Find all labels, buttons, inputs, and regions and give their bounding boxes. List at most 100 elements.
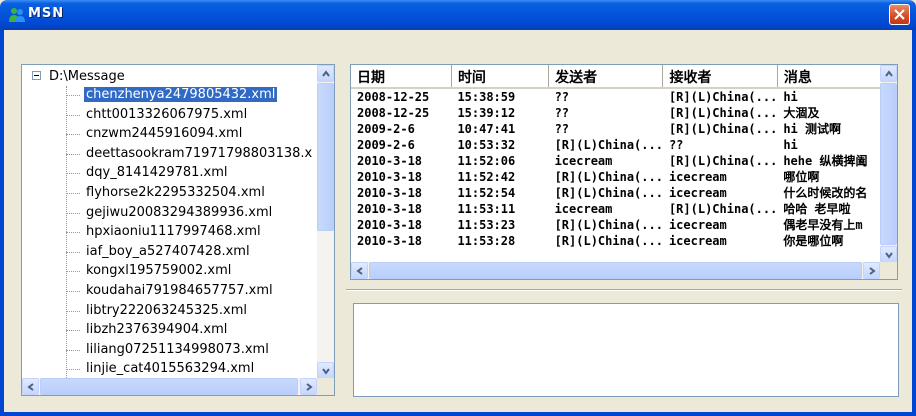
table-row[interactable]: 2008-12-25 15:38:59?? [R](L)China(... hi — [351, 88, 881, 105]
table-row[interactable]: 2009-2-6 10:47:41?? [R](L)China(... hi 测试啊 — [351, 121, 881, 137]
tree-item[interactable]: chenzhenya2479805432.xml — [66, 86, 278, 103]
table-cell: 什么时候改的名 — [783, 186, 868, 200]
table-cell: 2010-3-18 — [357, 218, 423, 232]
collapse-icon[interactable] — [32, 71, 41, 80]
tree-item[interactable]: dqy_8141429781.xml — [66, 164, 230, 181]
grid-horizontal-scrollbar[interactable] — [351, 262, 880, 279]
table-cell: 11:52:54 — [457, 186, 516, 200]
tree-item[interactable]: flyhorse2k2295332504.xml — [66, 184, 267, 201]
scroll-left-button[interactable] — [351, 262, 368, 279]
table-cell: 2010-3-18 — [357, 234, 423, 248]
tree-item-label: kongxl195759002.xml — [86, 263, 232, 279]
tree-item-label: flyhorse2k2295332504.xml — [86, 185, 265, 200]
table-row[interactable]: 2009-2-6 10:53:32 [R](L)China(...?? hi — [351, 137, 881, 153]
tree-item-label: libtry222063245325.xml — [86, 302, 247, 318]
table-cell: 11:53:23 — [457, 218, 516, 232]
table-cell: ?? — [554, 90, 570, 104]
file-tree[interactable]: D:\Message chenzhenya2479805432.xml chtt0… — [21, 64, 335, 396]
table-cell: 10:53:32 — [457, 138, 516, 152]
tree-root[interactable]: D:\Message — [32, 68, 125, 85]
table-cell: 2010-3-18 — [357, 170, 423, 184]
table-row[interactable]: 2010-3-18 11:53:28 [R](L)China(... icecream… — [351, 233, 881, 249]
table-cell: [R](L)China(... — [554, 170, 663, 184]
table-cell: 2010-3-18 — [357, 202, 423, 216]
table-cell: 2009-2-6 — [357, 138, 415, 152]
table-cell: 2009-2-6 — [357, 122, 415, 136]
table-cell: ?? — [668, 138, 684, 152]
tree-item[interactable]: linjie_cat4015563294.xml — [66, 360, 256, 377]
scroll-thumb[interactable] — [369, 262, 862, 279]
tree-item[interactable]: chtt0013326067975.xml — [66, 106, 249, 123]
tree-item[interactable]: koudahai791984657757.xml — [66, 282, 275, 299]
grid-vertical-scrollbar[interactable] — [880, 65, 897, 263]
tree-item[interactable]: kongxl195759002.xml — [66, 262, 233, 279]
table-cell: 11:52:06 — [457, 154, 516, 168]
tree-root-label: D:\Message — [49, 69, 125, 84]
table-cell: hi — [783, 138, 798, 152]
table-cell: icecream — [668, 234, 727, 248]
msn-buddy-icon — [9, 8, 25, 22]
table-cell: 11:53:11 — [457, 202, 516, 216]
message-grid[interactable]: 日期 时间 发送者 接收者 消息 2008-12-25 15:38:59?? [R](L)C… — [350, 64, 898, 280]
scroll-right-button[interactable] — [300, 378, 317, 395]
table-cell: [R](L)China(... — [668, 202, 778, 216]
chevron-right-icon — [869, 267, 876, 275]
table-cell: 偶老早没有上m — [783, 218, 863, 232]
table-cell: 15:39:12 — [457, 106, 516, 120]
panel-separator — [346, 289, 902, 291]
chevron-down-icon — [885, 252, 893, 259]
column-header[interactable]: 消息 — [777, 65, 881, 89]
tree-item[interactable]: cnzwm2445916094.xml — [66, 125, 244, 142]
close-button[interactable] — [889, 4, 910, 25]
scroll-down-button[interactable] — [317, 362, 334, 379]
tree-item[interactable]: libzh2376394904.xml — [66, 321, 229, 338]
scroll-thumb[interactable] — [40, 378, 298, 395]
table-cell: 你是哪位啊 — [783, 234, 844, 248]
tree-item[interactable]: iaf_boy_a527407428.xml — [66, 243, 252, 260]
window-frame-left — [0, 30, 4, 416]
tree-item-label: deettasookram71971798803138.x — [86, 145, 313, 161]
scroll-thumb[interactable] — [317, 83, 334, 231]
tree-item[interactable]: deettasookram71971798803138.x — [66, 145, 314, 162]
tree-item[interactable]: liliang07251134998073.xml — [66, 341, 271, 358]
tree-item-label: chenzhenya2479805432.xml — [84, 87, 278, 102]
column-header[interactable]: 发送者 — [548, 65, 664, 89]
table-row[interactable]: 2010-3-18 11:52:06 icecream [R](L)China(...… — [351, 153, 881, 169]
column-header[interactable]: 日期 — [351, 65, 452, 89]
tree-item-label: iaf_boy_a527407428.xml — [86, 243, 250, 259]
table-row[interactable]: 2010-3-18 11:52:42 [R](L)China(... icecream… — [351, 169, 881, 185]
window-frame-right — [912, 30, 916, 416]
message-detail-box[interactable] — [353, 303, 899, 397]
scroll-thumb[interactable] — [880, 83, 897, 245]
column-header[interactable]: 接收者 — [662, 65, 778, 89]
table-row[interactable]: 2010-3-18 11:53:11 icecream [R](L)China(...… — [351, 201, 881, 217]
table-cell: 哈哈 老早啦 — [783, 202, 851, 216]
scroll-left-button[interactable] — [22, 378, 39, 395]
scroll-up-button[interactable] — [317, 65, 334, 82]
table-cell: 2010-3-18 — [357, 154, 423, 168]
window-title: MSN — [28, 6, 65, 21]
tree-item-label: libzh2376394904.xml — [86, 322, 228, 338]
tree-item-label: gejiwu20083294389936.xml — [86, 204, 273, 220]
chevron-up-icon — [322, 70, 330, 77]
chevron-left-icon — [27, 383, 34, 391]
table-cell: 10:47:41 — [457, 122, 516, 136]
tree-vertical-scrollbar[interactable] — [317, 65, 334, 379]
table-row[interactable]: 2008-12-25 15:39:12?? [R](L)China(... 大涸及 — [351, 105, 881, 121]
chevron-left-icon — [356, 267, 363, 275]
table-cell: [R](L)China(... — [554, 186, 663, 200]
tree-item[interactable]: hpxiaoniu1117997468.xml — [66, 223, 263, 240]
tree-item-label: koudahai791984657757.xml — [86, 283, 273, 298]
table-row[interactable]: 2010-3-18 11:53:23 [R](L)China(... icecream… — [351, 217, 881, 233]
scroll-down-button[interactable] — [880, 246, 897, 263]
tree-horizontal-scrollbar[interactable] — [22, 378, 317, 395]
tree-item-label: dqy_8141429781.xml — [86, 165, 228, 181]
tree-item[interactable]: gejiwu20083294389936.xml — [66, 204, 274, 221]
table-row[interactable]: 2010-3-18 11:52:54 [R](L)China(... icecream… — [351, 185, 881, 201]
tree-item[interactable]: libtry222063245325.xml — [66, 302, 249, 319]
column-header[interactable]: 时间 — [451, 65, 550, 89]
scroll-right-button[interactable] — [863, 262, 880, 279]
table-cell: icecream — [554, 154, 613, 168]
table-cell: icecream — [668, 218, 727, 232]
scroll-up-button[interactable] — [880, 65, 897, 82]
